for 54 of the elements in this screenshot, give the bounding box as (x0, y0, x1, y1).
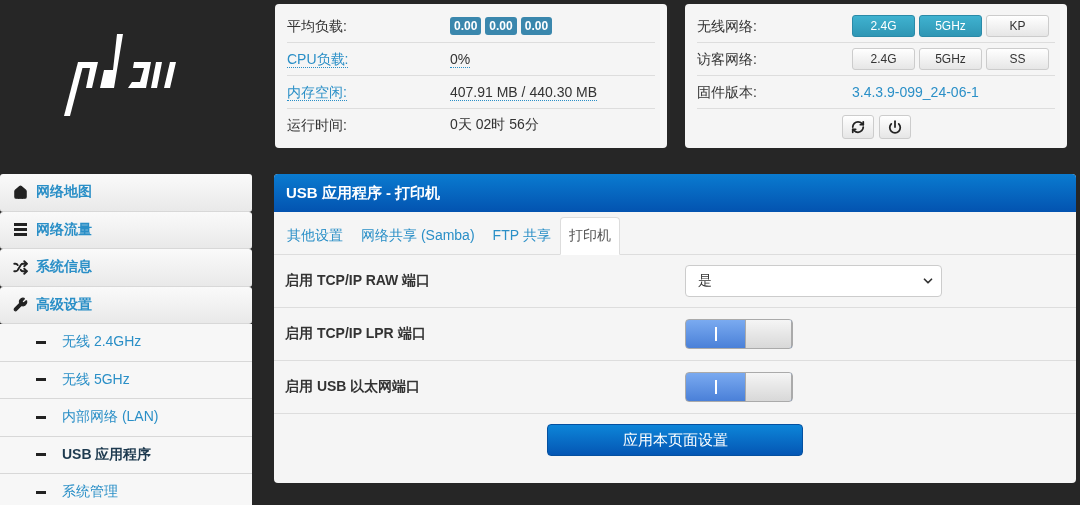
status-label: 平均负载: (287, 17, 347, 34)
band-button[interactable]: 2.4G (852, 48, 915, 70)
setting-label: 启用 TCP/IP RAW 端口 (285, 272, 432, 290)
dash-icon (36, 378, 46, 382)
status-value: 0天 02时 56分 (450, 116, 539, 134)
select-field[interactable]: 是 (685, 265, 942, 297)
tab[interactable]: FTP 共享 (483, 217, 560, 255)
status-label[interactable]: CPU负载: (287, 50, 349, 68)
refresh-icon (850, 120, 865, 134)
status-label[interactable]: 内存空闲: (287, 83, 347, 101)
band-button[interactable]: SS (986, 48, 1049, 70)
refresh-button[interactable] (841, 115, 874, 139)
status-value: 0% (450, 50, 471, 68)
power-icon (887, 120, 902, 134)
network-label: 无线网络: (697, 17, 757, 34)
setting-label: 启用 USB 以太网端口 (285, 378, 422, 396)
status-value: 407.91 MB / 440.30 MB (450, 83, 598, 101)
toggle-switch[interactable] (685, 319, 793, 349)
panel-title: USB 应用程序 - 打印机 (286, 183, 441, 203)
tab[interactable]: 其他设置 (278, 217, 352, 255)
sidebar-subitem[interactable]: 无线 5GHz (0, 361, 252, 399)
setting-label: 启用 TCP/IP LPR 端口 (285, 325, 427, 343)
sidebar-subitem[interactable]: 内部网络 (LAN) (0, 399, 252, 437)
apply-button[interactable]: 应用本页面设置 (547, 424, 803, 456)
dash-icon (36, 415, 46, 419)
band-button[interactable]: 5GHz (919, 48, 982, 70)
wrench-icon (13, 297, 28, 313)
band-button[interactable]: KP (986, 15, 1049, 37)
home-icon (13, 184, 28, 200)
dash-icon (36, 490, 46, 494)
sidebar-item[interactable]: 高级设置 (0, 286, 252, 324)
sidebar-item[interactable]: 网络地图 (0, 174, 252, 212)
network-label: 访客网络: (697, 50, 757, 67)
load-badge: 0.00 (450, 17, 482, 35)
sidebar-item[interactable]: 网络流量 (0, 211, 252, 249)
list-icon (13, 223, 28, 237)
status-label: 运行时间: (287, 116, 347, 133)
sidebar-subitem[interactable]: USB 应用程序 (0, 436, 252, 474)
band-button[interactable]: 2.4G (852, 15, 915, 37)
dash-icon (36, 453, 46, 457)
band-button[interactable]: 5GHz (919, 15, 982, 37)
toggle-switch[interactable] (685, 372, 793, 402)
network-label: 固件版本: (697, 83, 757, 100)
tab[interactable]: 网络共享 (Samba) (352, 217, 484, 255)
firmware-link[interactable]: 3.4.3.9-099_24-06-1 (852, 84, 979, 100)
sidebar-subitem[interactable]: 系统管理 (0, 474, 252, 505)
sidebar-item[interactable]: 系统信息 (0, 249, 252, 287)
dash-icon (36, 340, 46, 344)
shuffle-icon (13, 259, 28, 275)
power-button[interactable] (878, 115, 911, 139)
load-badge: 0.00 (485, 17, 517, 35)
tab[interactable]: 打印机 (559, 217, 620, 255)
sidebar-subitem[interactable]: 无线 2.4GHz (0, 324, 252, 362)
load-badge: 0.00 (520, 17, 553, 35)
